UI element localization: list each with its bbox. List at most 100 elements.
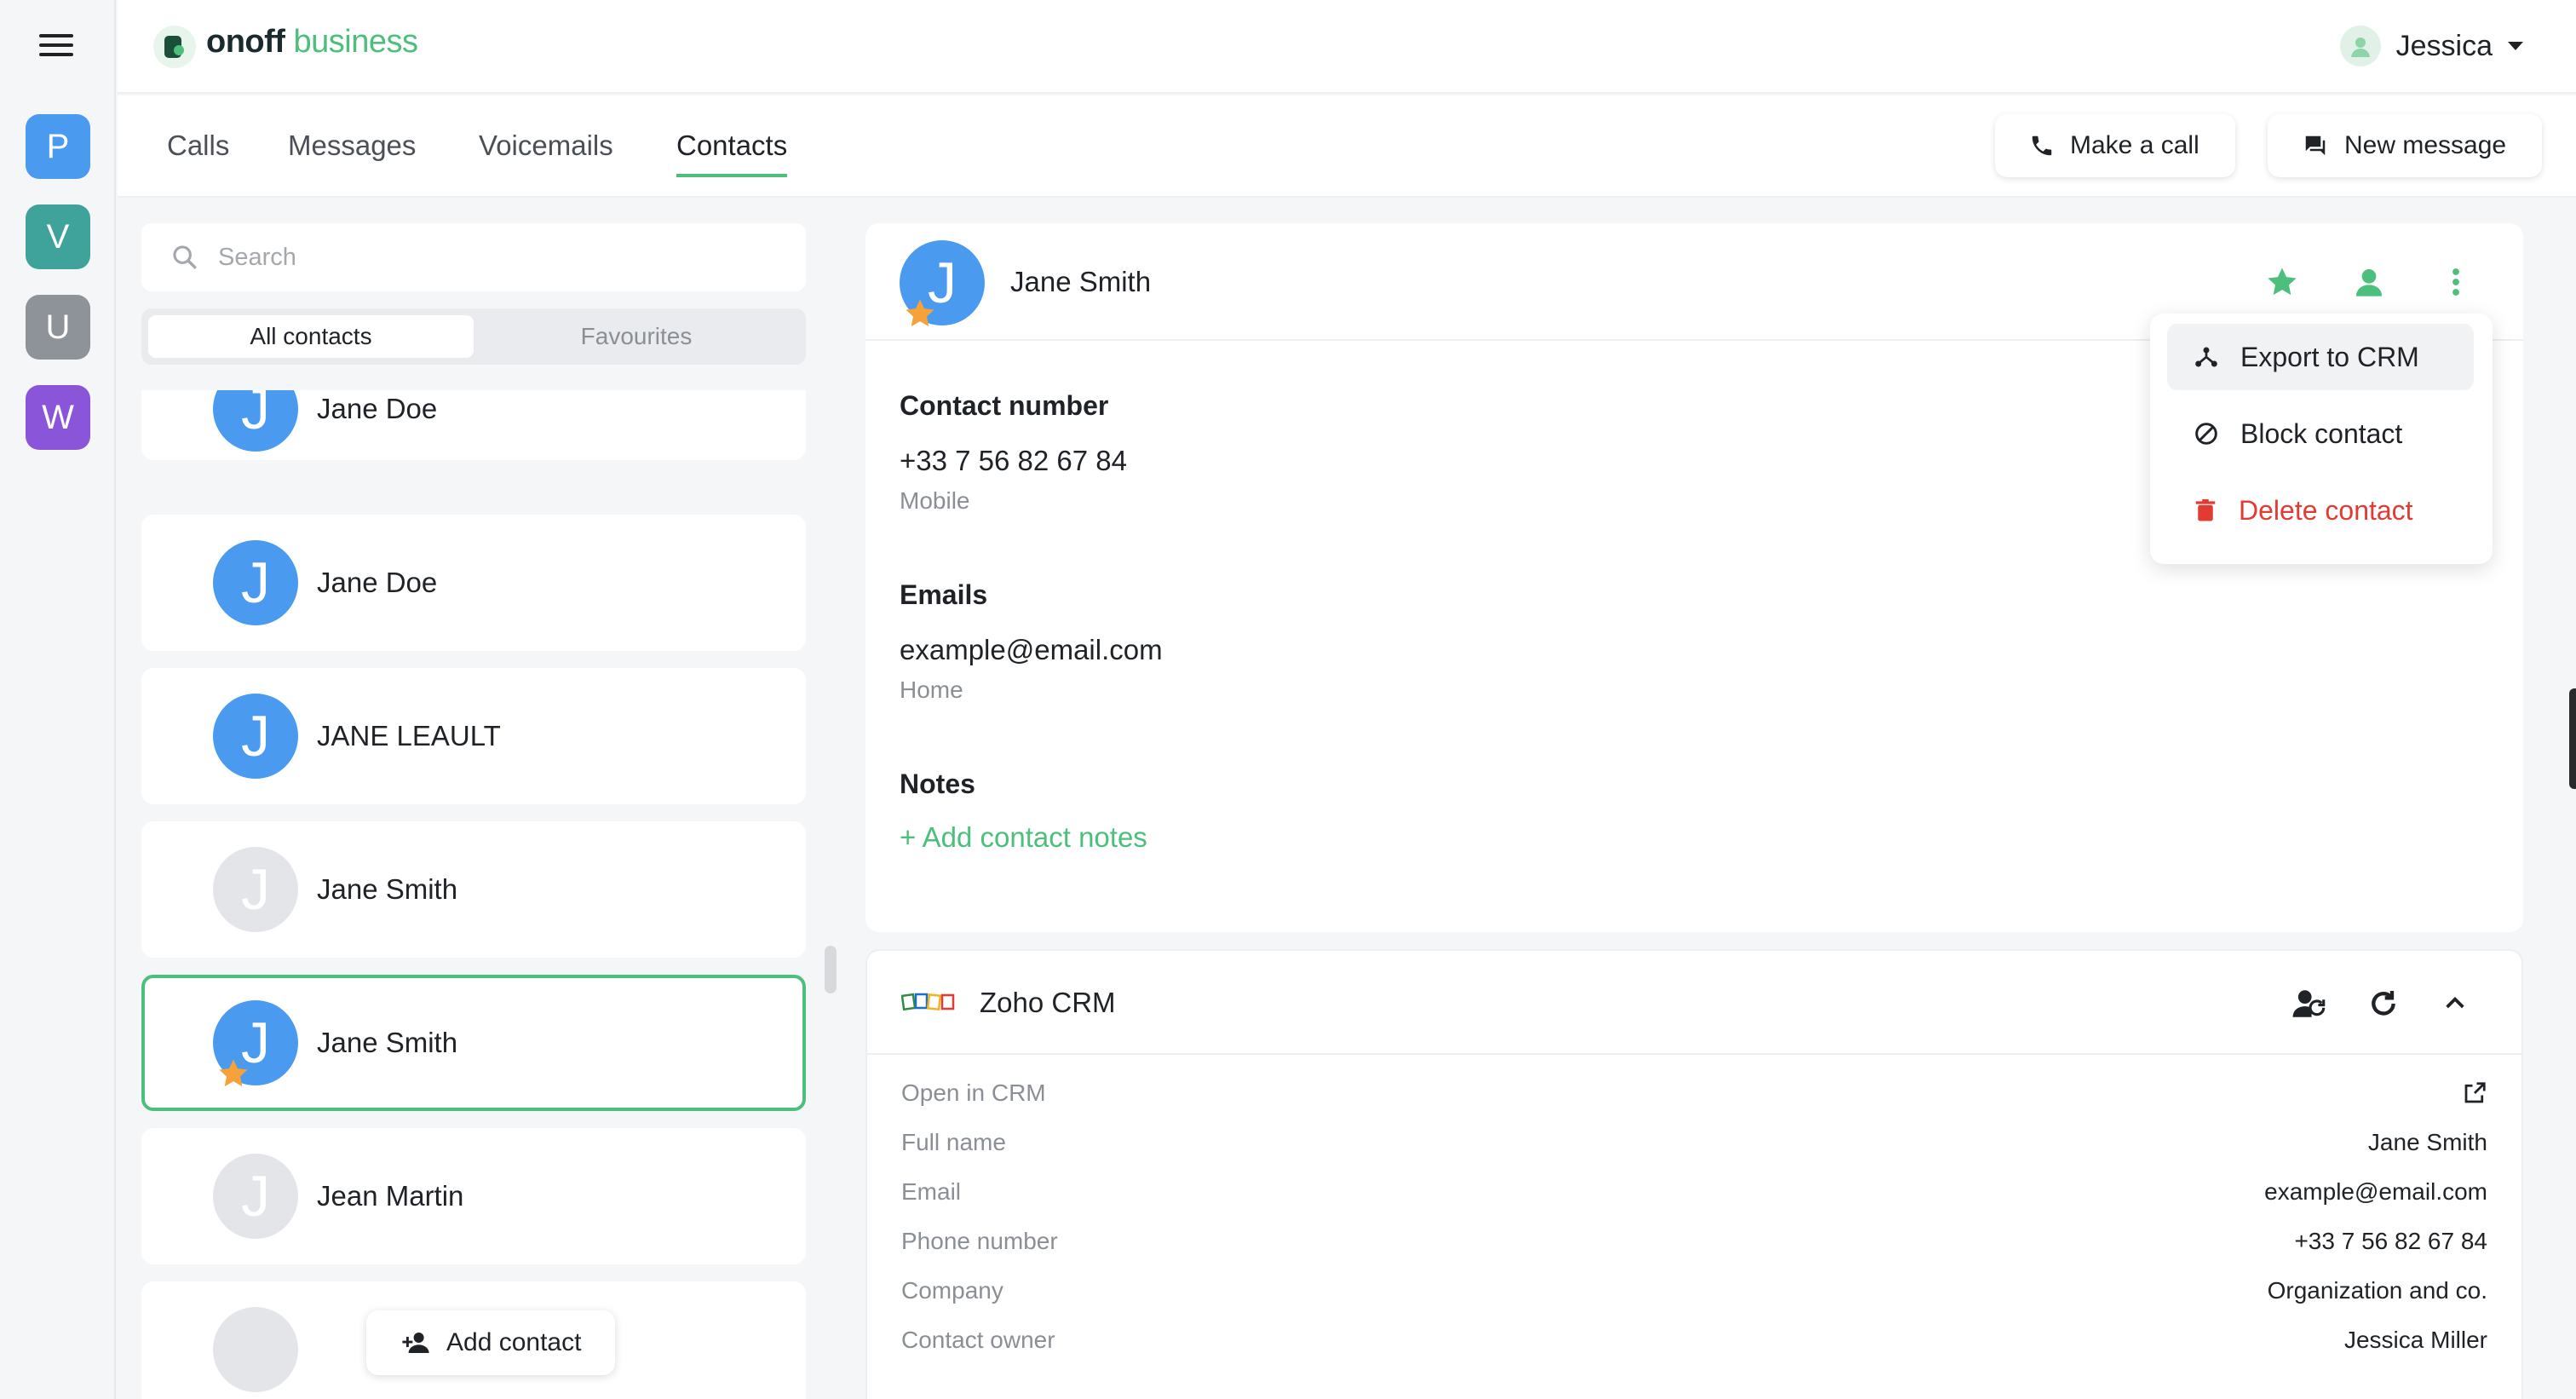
scrollbar-thumb[interactable] [825, 946, 837, 993]
filter-all-contacts[interactable]: All contacts [148, 315, 474, 358]
crm-row-full-name: Full name Jane Smith [901, 1118, 2487, 1167]
crm-value: +33 7 56 82 67 84 [2294, 1228, 2487, 1254]
list-scrollbar[interactable] [823, 390, 838, 1399]
favourite-star-icon [906, 299, 934, 327]
export-to-crm-item[interactable]: Export to CRM [2167, 324, 2474, 390]
add-contact-button[interactable]: Add contact [366, 1310, 616, 1375]
workspace-u[interactable]: U [26, 295, 90, 360]
contact-avatar: J [213, 390, 298, 452]
zoho-logo-icon [901, 993, 955, 1011]
crm-header: Zoho CRM [867, 951, 2521, 1055]
contact-avatar: J [213, 1000, 298, 1087]
crm-label: Email [901, 1178, 962, 1205]
crm-label: Phone number [901, 1228, 1058, 1254]
tab-calls[interactable]: Calls [167, 130, 229, 174]
block-icon [2195, 423, 2217, 445]
crm-title: Zoho CRM [980, 987, 1116, 1018]
logo-bold: onoff [206, 24, 285, 60]
user-name: Jessica [2395, 29, 2493, 62]
caret-down-icon [2508, 42, 2523, 50]
crm-value: Jessica Miller [2343, 1327, 2487, 1353]
more-options-icon[interactable] [2436, 262, 2475, 302]
contact-number-title: Contact number [900, 390, 1109, 421]
add-contact-label: Add contact [446, 1328, 582, 1356]
avatar-initial: J [241, 390, 270, 441]
crm-row-company: Company Organization and co. [901, 1266, 2487, 1316]
crm-value: example@email.com [2264, 1178, 2487, 1205]
avatar-initial: J [241, 550, 270, 615]
contact-item[interactable]: J Jane Doe [141, 515, 806, 651]
favourite-star-icon [219, 1059, 248, 1087]
contact-item[interactable]: J Jean Martin [141, 1128, 806, 1264]
crm-row-open[interactable]: Open in CRM [901, 1068, 2487, 1118]
favourite-toggle-icon[interactable] [2263, 262, 2302, 302]
contact-phone[interactable]: +33 7 56 82 67 84 [900, 445, 1127, 477]
tab-voicemails[interactable]: Voicemails [479, 130, 613, 174]
crm-value: Jane Smith [2367, 1129, 2487, 1155]
contact-item[interactable]: J Jane Smith [141, 821, 806, 958]
window-edge-handle [2569, 688, 2576, 789]
contact-avatar [213, 1307, 298, 1392]
delete-contact-item[interactable]: Delete contact [2167, 477, 2474, 544]
contact-item[interactable]: J Jane Doe [141, 390, 806, 460]
avatar-initial: J [241, 1164, 270, 1229]
contact-item-selected[interactable]: J Jane Smith [141, 975, 806, 1111]
logo-light: business [293, 24, 418, 60]
contact-filter: All contacts Favourites [141, 308, 806, 365]
onoff-logo-icon [153, 26, 196, 68]
contact-detail-avatar: J [900, 240, 985, 327]
add-person-icon [402, 1333, 429, 1353]
filter-favourites[interactable]: Favourites [474, 315, 799, 358]
crm-label: Full name [901, 1129, 1006, 1155]
contact-avatar: J [213, 847, 298, 932]
block-contact-item[interactable]: Block contact [2167, 400, 2474, 467]
user-menu[interactable]: Jessica [2339, 26, 2523, 66]
sync-contact-icon[interactable] [2290, 983, 2331, 1024]
edit-contact-icon[interactable] [2349, 262, 2389, 302]
user-avatar-icon [2339, 26, 2381, 66]
search-input[interactable] [218, 243, 729, 272]
refresh-icon[interactable] [2363, 983, 2404, 1024]
crm-value: Organization and co. [2267, 1277, 2487, 1304]
crm-label: Company [901, 1277, 1003, 1304]
chevron-up-icon[interactable] [2435, 983, 2475, 1024]
share-nodes-icon [2195, 347, 2217, 367]
crm-card: Zoho CRM Open in CRM Full name Jane Smit… [865, 949, 2523, 1399]
phone-icon [2032, 135, 2052, 156]
contact-avatar: J [213, 1154, 298, 1239]
workspace-w[interactable]: W [26, 385, 90, 450]
workspace-letter: P [46, 127, 70, 165]
delete-label: Delete contact [2239, 494, 2413, 526]
workspace-letter: U [45, 308, 71, 346]
avatar-initial: J [241, 704, 270, 769]
workspace-letter: W [42, 398, 74, 436]
make-call-button[interactable]: Make a call [1995, 114, 2235, 177]
contact-email[interactable]: example@email.com [900, 634, 1163, 666]
export-label: Export to CRM [2240, 341, 2419, 372]
tab-contacts[interactable]: Contacts [676, 130, 788, 177]
contact-list: J Jane Doe J Jane Doe J JANE LEAULT J Ja… [141, 390, 806, 1399]
contact-options-menu: Export to CRM Block contact Delete conta… [2150, 314, 2493, 564]
contact-name: Jane Doe [317, 567, 438, 598]
add-notes-link[interactable]: + Add contact notes [900, 821, 1147, 854]
trash-icon [2195, 498, 2216, 521]
nav-tabs-bar: Calls Messages Voicemails Contacts Make … [118, 95, 2576, 198]
workspace-p[interactable]: P [26, 114, 90, 179]
phone-type: Mobile [900, 487, 970, 514]
contact-name: Jane Smith [317, 873, 458, 905]
crm-row-phone: Phone number +33 7 56 82 67 84 [901, 1217, 2487, 1266]
notes-title: Notes [900, 769, 975, 799]
workspace-v[interactable]: V [26, 204, 90, 269]
crm-row-email: Email example@email.com [901, 1167, 2487, 1217]
contact-avatar: J [213, 694, 298, 779]
search-box[interactable] [141, 223, 806, 291]
contact-name: Jane Doe [317, 393, 438, 424]
new-message-label: New message [2344, 131, 2507, 159]
avatar-initial: J [241, 857, 270, 922]
new-message-button[interactable]: New message [2268, 114, 2542, 177]
external-link-icon[interactable] [2462, 1080, 2487, 1106]
emails-title: Emails [900, 579, 988, 610]
menu-icon[interactable] [39, 34, 73, 60]
contact-item[interactable]: J JANE LEAULT [141, 668, 806, 804]
tab-messages[interactable]: Messages [288, 130, 416, 174]
